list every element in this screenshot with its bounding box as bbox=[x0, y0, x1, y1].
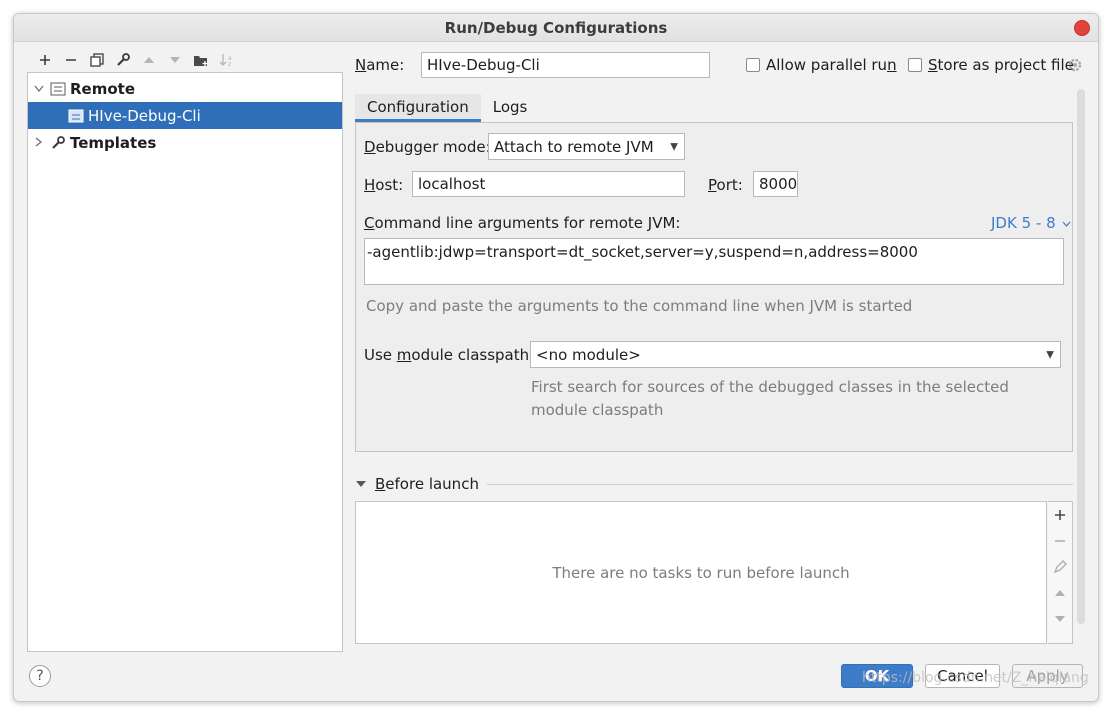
tree-item-remote[interactable]: Remote bbox=[28, 75, 342, 102]
add-task-icon[interactable] bbox=[1048, 502, 1072, 528]
copy-icon[interactable] bbox=[84, 50, 110, 70]
host-label: Host: bbox=[364, 176, 404, 194]
empty-task-text: There are no tasks to run before launch bbox=[552, 563, 850, 582]
watermark: https://blog.csdn.net/Z_haiqiang bbox=[862, 670, 1089, 686]
module-hint-line-1: First search for sources of the debugged… bbox=[531, 378, 1009, 396]
tree-item-label: HIve-Debug-Cli bbox=[88, 106, 201, 125]
before-launch-title: Before launch bbox=[375, 475, 479, 493]
wrench-icon bbox=[50, 135, 66, 150]
debugger-mode-select[interactable]: Attach to remote JVM ▼ bbox=[488, 133, 685, 160]
tab-configuration[interactable]: Configuration bbox=[355, 94, 481, 122]
remote-config-icon bbox=[68, 109, 84, 123]
arrow-down-icon[interactable] bbox=[162, 50, 188, 70]
store-as-project-file-label: Store as project file bbox=[928, 56, 1074, 74]
collapse-triangle-icon[interactable] bbox=[355, 475, 367, 493]
tree-toolbar: az bbox=[32, 50, 240, 70]
allow-parallel-run-checkbox[interactable] bbox=[746, 58, 760, 72]
config-tabs: Configuration Logs bbox=[355, 94, 539, 122]
vertical-scrollbar[interactable] bbox=[1077, 89, 1085, 624]
task-toolbar bbox=[1048, 501, 1073, 644]
command-line-label: Command line arguments for remote JVM: bbox=[364, 214, 681, 232]
store-as-project-file-checkbox[interactable] bbox=[908, 58, 922, 72]
sort-icon[interactable]: az bbox=[214, 50, 240, 70]
move-down-icon[interactable] bbox=[1048, 606, 1072, 632]
help-button[interactable]: ? bbox=[29, 665, 51, 687]
chevron-right-icon[interactable] bbox=[32, 136, 46, 150]
gear-icon[interactable] bbox=[1067, 57, 1083, 77]
minus-icon[interactable] bbox=[58, 50, 84, 70]
chevron-down-icon[interactable] bbox=[32, 82, 46, 96]
remove-task-icon[interactable] bbox=[1048, 528, 1072, 554]
module-classpath-label: Use module classpath: bbox=[364, 346, 535, 364]
move-up-icon[interactable] bbox=[1048, 580, 1072, 606]
name-input[interactable]: HIve-Debug-Cli bbox=[421, 52, 710, 78]
debugger-mode-label: Debugger mode: bbox=[364, 138, 491, 156]
name-label: Name: bbox=[355, 56, 405, 74]
run-debug-configurations-dialog: Run/Debug Configurations az Remote HIve-… bbox=[13, 13, 1099, 702]
command-line-hint: Copy and paste the arguments to the comm… bbox=[366, 297, 913, 315]
arrow-up-icon[interactable] bbox=[136, 50, 162, 70]
allow-parallel-run-label: Allow parallel run bbox=[766, 56, 897, 74]
new-folder-icon[interactable] bbox=[188, 50, 214, 70]
tree-item-label: Remote bbox=[70, 79, 136, 98]
separator-line bbox=[486, 483, 1073, 485]
tree-item-label: Templates bbox=[70, 133, 157, 152]
window-title: Run/Debug Configurations bbox=[14, 14, 1098, 42]
jdk-version-link[interactable]: JDK 5 - 8 bbox=[991, 214, 1071, 232]
host-input[interactable]: localhost bbox=[412, 171, 685, 197]
before-launch-header[interactable]: Before launch bbox=[355, 474, 1073, 494]
port-input[interactable]: 8000 bbox=[753, 171, 798, 197]
module-classpath-value: <no module> bbox=[536, 345, 641, 364]
svg-text:z: z bbox=[228, 61, 231, 67]
before-launch-task-list[interactable]: There are no tasks to run before launch bbox=[355, 501, 1047, 644]
module-hint-line-2: module classpath bbox=[531, 401, 664, 419]
port-label: Port: bbox=[708, 176, 743, 194]
tree-item-hive-debug-cli[interactable]: HIve-Debug-Cli bbox=[28, 102, 342, 129]
remote-icon bbox=[50, 82, 66, 96]
dropdown-arrow-icon: ▼ bbox=[1046, 349, 1054, 360]
command-line-field[interactable]: -agentlib:jdwp=transport=dt_socket,serve… bbox=[364, 238, 1064, 285]
module-classpath-select[interactable]: <no module> ▼ bbox=[530, 341, 1061, 368]
debugger-mode-value: Attach to remote JVM bbox=[494, 137, 654, 156]
tab-logs[interactable]: Logs bbox=[481, 94, 540, 122]
plus-icon[interactable] bbox=[32, 50, 58, 70]
close-button[interactable] bbox=[1074, 20, 1090, 36]
tree-item-templates[interactable]: Templates bbox=[28, 129, 342, 156]
dropdown-arrow-icon: ▼ bbox=[670, 141, 678, 152]
configuration-tree: Remote HIve-Debug-Cli Templates bbox=[27, 72, 343, 652]
edit-task-icon[interactable] bbox=[1048, 554, 1072, 580]
wrench-icon[interactable] bbox=[110, 50, 136, 70]
